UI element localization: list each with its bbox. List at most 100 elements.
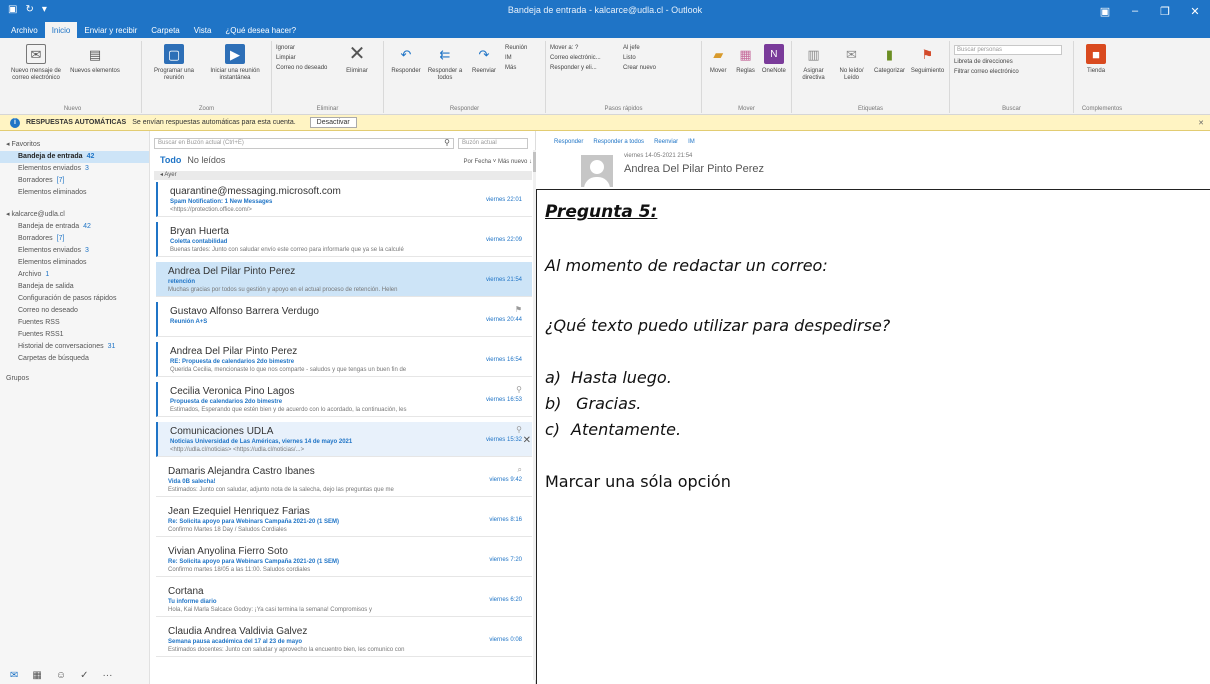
filter-all-tab[interactable]: Todo <box>160 155 181 165</box>
folder-item[interactable]: Bandeja de entrada 42 <box>0 151 149 163</box>
message-subject: Propuesta de calendarios 2do bimestre <box>170 399 283 405</box>
folder-item[interactable]: Borradores [7] <box>0 175 149 187</box>
quickstep-email[interactable]: Correo electrónic... <box>550 55 620 61</box>
delete-button[interactable]: ✕ Eliminar <box>339 41 375 113</box>
tab-enviar-recibir[interactable]: Enviar y recibir <box>77 22 144 38</box>
tab-carpeta[interactable]: Carpeta <box>144 22 186 38</box>
message-item[interactable]: Jean Ezequiel Henriquez Farias Re: Solici… <box>156 502 532 537</box>
follow-up-button[interactable]: ⚑ Seguimiento <box>910 41 945 113</box>
message-item[interactable]: Claudia Andrea Valdivia Galvez Semana pau… <box>156 622 532 657</box>
delete-message-icon[interactable]: ✕ <box>523 435 531 446</box>
move-button[interactable]: ▰ Mover <box>706 41 730 113</box>
clean-button[interactable]: Limpiar <box>276 55 336 61</box>
restore-icon[interactable]: ❐ <box>1150 0 1180 22</box>
folder-item[interactable]: Configuración de pasos rápidos <box>0 293 149 305</box>
message-item[interactable]: Cecilia Veronica Pino Lagos Propuesta de … <box>156 382 532 417</box>
im-button[interactable]: IM <box>505 55 527 61</box>
folder-item[interactable]: Correo no deseado <box>0 305 149 317</box>
minimize-icon[interactable]: – <box>1120 0 1150 22</box>
reply-all-button[interactable]: ⇇ Responder a todos <box>427 41 463 113</box>
folder-item[interactable]: Historial de conversaciones 31 <box>0 341 149 353</box>
attachment-icon[interactable]: ⚲ <box>516 425 522 434</box>
search-input[interactable]: Buscar en Buzón actual (Ctrl+E) ⚲ <box>154 137 454 149</box>
more-button[interactable]: Más <box>505 65 527 71</box>
address-book-button[interactable]: Libreta de direcciones <box>954 59 1062 65</box>
account-header[interactable]: ◂ kalcarce@udla.cl <box>0 209 149 221</box>
sort-dropdown[interactable]: Por Fecha ˅ Más nuevo ↓ <box>463 159 532 165</box>
folder-item[interactable]: Elementos enviados 3 <box>0 245 149 257</box>
quickstep-boss[interactable]: Al jefe <box>623 45 693 51</box>
tab-archivo[interactable]: Archivo <box>4 22 45 38</box>
folder-item[interactable]: Bandeja de entrada 42 <box>0 221 149 233</box>
people-icon[interactable]: ☺ <box>56 670 66 681</box>
junk-button[interactable]: Correo no deseado <box>276 65 336 71</box>
folder-item[interactable]: Fuentes RSS <box>0 317 149 329</box>
message-item[interactable]: Cortana Tu informe diario Hola, Kai Marla … <box>156 582 532 617</box>
folder-item[interactable]: Bandeja de salida <box>0 281 149 293</box>
new-items-button[interactable]: ▤ Nuevos elementos <box>67 41 123 113</box>
instant-meeting-button[interactable]: ▶ Iniciar una reunión instantánea <box>205 41 265 113</box>
favorites-header[interactable]: ◂ Favoritos <box>0 139 149 151</box>
rules-button[interactable]: ▦ Reglas <box>733 41 757 113</box>
more-apps-icon[interactable]: ··· <box>102 670 112 681</box>
folder-item[interactable]: Elementos eliminados <box>0 257 149 269</box>
mail-icon[interactable]: ✉ <box>10 670 18 681</box>
filter-email-button[interactable]: Filtrar correo electrónico <box>954 69 1062 75</box>
message-item[interactable]: Comunicaciones UDLA Noticias Universidad … <box>156 422 532 457</box>
quickstep-reply-delete[interactable]: Responder y eli... <box>550 65 620 71</box>
meeting-button[interactable]: Reunión <box>505 45 527 51</box>
tasks-icon[interactable]: ✓ <box>80 670 88 681</box>
date-group-header[interactable]: ◂ Ayer <box>154 171 532 180</box>
search-people-input[interactable]: Buscar personas <box>954 45 1062 55</box>
ignore-button[interactable]: Ignorar <box>276 45 336 51</box>
onenote-button[interactable]: N OneNote <box>761 41 787 113</box>
message-date: viernes 9:42 <box>489 477 522 483</box>
message-item[interactable]: Andrea Del Pilar Pinto Perez RE: Propuest… <box>156 342 532 377</box>
folder-item[interactable]: Archivo 1 <box>0 269 149 281</box>
folder-item[interactable]: Fuentes RSS1 <box>0 329 149 341</box>
attachment-icon[interactable]: ⚲ <box>516 385 522 394</box>
assign-policy-button[interactable]: ▥ Asignar directiva <box>796 41 831 113</box>
categorize-button[interactable]: ▮ Categorizar <box>872 41 907 113</box>
ribbon-display-options-icon[interactable]: ▣ <box>1090 0 1120 22</box>
quickstep-move[interactable]: Mover a: ? <box>550 45 620 51</box>
message-item[interactable]: Damaris Alejandra Castro Ibanes Vida 0B s… <box>156 462 532 497</box>
schedule-meeting-button[interactable]: ▢ Programar una reunión <box>146 41 202 113</box>
new-email-button[interactable]: ✉ Nuevo mensaje de correo electrónico <box>8 41 64 113</box>
reply-button[interactable]: ↶ Responder <box>388 41 424 113</box>
folder-item[interactable]: Elementos enviados 3 <box>0 163 149 175</box>
message-item[interactable]: Vivian Anyolina Fierro Soto Re: Solicita … <box>156 542 532 577</box>
folder-item[interactable]: Carpetas de búsqueda <box>0 353 149 365</box>
read-forward-button[interactable]: Reenviar <box>654 139 678 145</box>
message-date: viernes 15:32 <box>485 437 522 443</box>
read-im-button[interactable]: IM <box>688 139 695 145</box>
message-subject: Re: Solicita apoyo para Webinars Campaña… <box>168 519 339 525</box>
groups-header[interactable]: Grupos <box>0 373 149 385</box>
message-item[interactable]: quarantine@messaging.microsoft.com Spam N… <box>156 182 532 217</box>
tab-inicio[interactable]: Inicio <box>44 22 78 38</box>
folder-item[interactable]: Borradores [7] <box>0 233 149 245</box>
store-button[interactable]: ■ Tienda <box>1078 41 1114 113</box>
policy-icon: ▥ <box>807 46 820 62</box>
message-item[interactable]: Bryan Huerta Coletta contabilidad Buenas t… <box>156 222 532 257</box>
read-reply-button[interactable]: Responder <box>554 139 583 145</box>
tab-vista[interactable]: Vista <box>187 22 219 38</box>
forward-button[interactable]: ↷ Reenviar <box>466 41 502 113</box>
infobar-close-icon[interactable]: ✕ <box>1198 119 1204 127</box>
quickstep-done[interactable]: Listo <box>623 55 693 61</box>
flag-icon[interactable]: ⚑ <box>515 305 522 314</box>
message-preview: Muchas gracias por todos su gestión y ap… <box>168 287 398 293</box>
tell-me-search[interactable]: ¿Qué desea hacer? <box>218 22 303 38</box>
message-item[interactable]: Gustavo Alfonso Barrera Verdugo Reunión A… <box>156 302 532 337</box>
folder-item[interactable]: Elementos eliminados <box>0 187 149 199</box>
search-scope-dropdown[interactable]: Buzón actual <box>458 137 528 149</box>
message-item[interactable]: Andrea Del Pilar Pinto Perez retención Muc… <box>156 262 532 297</box>
filter-unread-tab[interactable]: No leídos <box>187 155 225 165</box>
unread-read-button[interactable]: ✉ No leído/ Leído <box>834 41 869 113</box>
deactivate-button[interactable]: Desactivar <box>309 117 357 128</box>
read-reply-all-button[interactable]: Responder a todos <box>593 139 644 145</box>
close-icon[interactable]: ✕ <box>1180 0 1210 22</box>
attachment-icon[interactable]: ⌕ <box>518 465 522 475</box>
quickstep-create[interactable]: Crear nuevo <box>623 65 693 71</box>
calendar-icon[interactable]: ▦ <box>32 670 41 681</box>
